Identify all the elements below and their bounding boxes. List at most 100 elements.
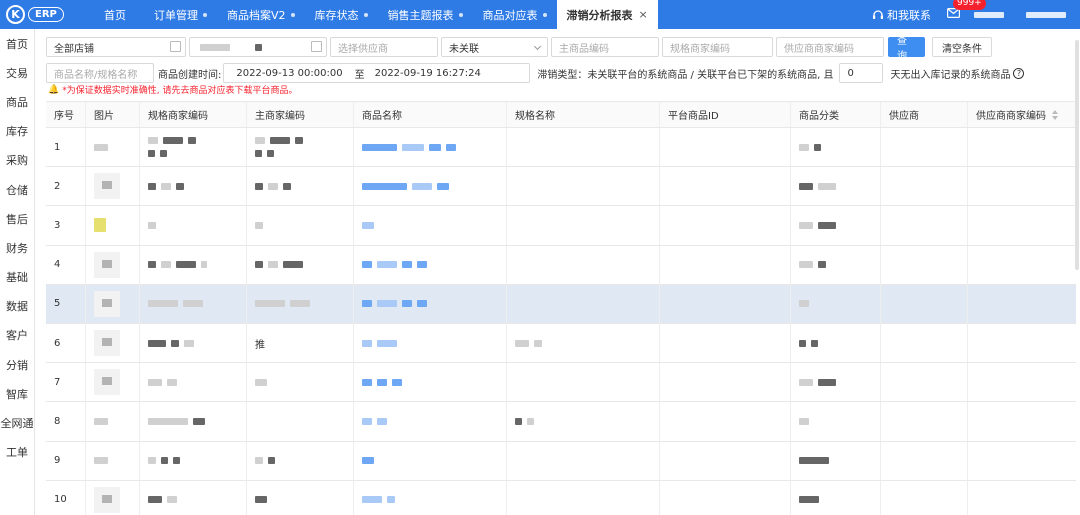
messages-button[interactable]: 999+	[947, 0, 986, 21]
date-range-picker[interactable]: 2022-09-13 00:00:00 至 2022-09-19 16:27:2…	[223, 63, 531, 83]
sidebar-item-workorder[interactable]: 工单	[0, 438, 34, 467]
date-to[interactable]: 2022-09-19 16:27:24	[375, 68, 481, 79]
sidebar-item-omnichannel[interactable]: 全网通	[0, 408, 34, 437]
category-cell	[791, 206, 881, 245]
supplier-code-cell	[968, 402, 1066, 440]
sort-icon[interactable]	[1052, 110, 1058, 120]
spec-code-cell	[140, 363, 247, 402]
spec-name-cell	[507, 128, 660, 167]
spec-code-cell	[140, 323, 247, 363]
query-button[interactable]: 查询	[888, 36, 925, 62]
association-select[interactable]: 未关联	[441, 37, 548, 57]
sidebar-item-warehouse[interactable]: 仓储	[0, 175, 34, 204]
nav-tab-home[interactable]: 首页	[86, 0, 144, 29]
col-platform-id[interactable]: 平台商品ID	[660, 102, 791, 127]
spec-code-cell	[140, 402, 247, 441]
sidebar-item-trade[interactable]: 交易	[0, 58, 34, 87]
spec-code-input[interactable]: 规格商家编码	[662, 37, 773, 57]
col-main-code[interactable]: 主商家编码	[247, 102, 354, 127]
supplier-cell	[881, 480, 968, 515]
main-code-input[interactable]: 主商品编码	[551, 37, 659, 57]
close-icon[interactable]: ×	[639, 8, 648, 21]
blurred-image	[94, 173, 120, 200]
product-name-cell	[354, 284, 507, 323]
days-suffix-label: 天无出入库记录的系统商品	[890, 69, 1011, 81]
sidebar: 首页 交易 商品 库存 采购 仓储 售后 财务 基础 数据 客户 分销 智库 全…	[0, 29, 35, 515]
name-search-input[interactable]: 商品名称/规格名称	[46, 63, 154, 83]
table-row[interactable]: 4	[46, 245, 1076, 285]
table-row[interactable]: 9	[46, 441, 1076, 481]
table-row[interactable]: 10	[46, 480, 1076, 515]
clear-filters-button[interactable]: 清空条件	[932, 37, 992, 57]
username-blurred[interactable]	[974, 11, 1004, 18]
bell-icon: 🔔	[48, 84, 60, 95]
product-image	[86, 206, 140, 245]
sidebar-item-basic[interactable]: 基础	[0, 263, 34, 292]
blurred-image	[94, 251, 120, 278]
nav-tab-product-mapping[interactable]: 商品对应表	[473, 0, 557, 29]
user-select[interactable]	[189, 37, 327, 57]
supplier-select[interactable]: 选择供应商	[330, 37, 438, 57]
sidebar-item-distribution[interactable]: 分销	[0, 350, 34, 379]
table-row[interactable]: 6 推	[46, 323, 1076, 364]
table-row[interactable]: 7	[46, 363, 1076, 403]
sidebar-item-home[interactable]: 首页	[0, 29, 34, 58]
nav-tab-sales-report[interactable]: 销售主题报表	[378, 0, 473, 29]
filter-row-2: 商品名称/规格名称 商品创建时间: 2022-09-13 00:00:00 至 …	[46, 63, 1025, 83]
supplier-code-cell	[968, 442, 1066, 480]
days-input[interactable]: 0	[839, 63, 884, 83]
col-index[interactable]: 序号	[46, 102, 86, 127]
shop-select[interactable]: 全部店铺	[46, 37, 186, 57]
supplier-code-input[interactable]: 供应商商家编码	[776, 37, 884, 57]
page-scrollbar[interactable]	[1075, 40, 1079, 270]
logo-k-icon: K	[6, 5, 25, 24]
sidebar-item-customer[interactable]: 客户	[0, 321, 34, 350]
edit-icon[interactable]	[311, 41, 322, 52]
col-supplier-code[interactable]: 供应商商家编码	[968, 102, 1066, 127]
table-row-selected[interactable]: 5	[46, 284, 1076, 324]
nav-tab-label: 销售主题报表	[387, 8, 454, 22]
product-image	[86, 363, 140, 402]
spec-name-cell	[507, 206, 660, 245]
table-row[interactable]: 8	[46, 402, 1076, 442]
created-time-label: 商品创建时间:	[158, 69, 222, 81]
table-row[interactable]: 1	[46, 128, 1076, 168]
blurred-image	[94, 417, 108, 425]
sidebar-item-data[interactable]: 数据	[0, 292, 34, 321]
nav-tab-product-archive[interactable]: 商品档案V2	[217, 0, 305, 29]
sidebar-item-product[interactable]: 商品	[0, 87, 34, 116]
product-name-cell	[354, 206, 507, 245]
blurred-image	[94, 457, 108, 465]
nav-tab-stock[interactable]: 库存状态	[305, 0, 378, 29]
blurred-image	[94, 330, 120, 357]
platform-id-cell	[660, 284, 791, 323]
date-from[interactable]: 2022-09-13 00:00:00	[236, 68, 342, 79]
nav-tab-orders[interactable]: 订单管理	[144, 0, 217, 29]
sidebar-item-inventory[interactable]: 库存	[0, 117, 34, 146]
col-supplier[interactable]: 供应商	[881, 102, 968, 127]
col-spec-code[interactable]: 规格商家编码	[140, 102, 247, 127]
sidebar-item-aftersale[interactable]: 售后	[0, 204, 34, 233]
account-blurred[interactable]	[1026, 11, 1066, 18]
nav-tab-slow-moving-report[interactable]: 滞销分析报表 ×	[556, 0, 658, 29]
col-spec-name[interactable]: 规格名称	[507, 102, 660, 127]
spec-name-cell	[507, 363, 660, 402]
sidebar-item-purchase[interactable]: 采购	[0, 146, 34, 175]
supplier-code-placeholder: 供应商商家编码	[784, 43, 854, 55]
sidebar-item-insight[interactable]: 智库	[0, 379, 34, 408]
spec-code-cell	[140, 284, 247, 323]
col-image[interactable]: 图片	[86, 102, 140, 127]
erp-logo[interactable]: K ERP	[0, 0, 86, 29]
contact-us-button[interactable]: 和我联系	[872, 7, 931, 23]
table-row[interactable]: 2	[46, 167, 1076, 207]
col-product-name[interactable]: 商品名称	[354, 102, 507, 127]
edit-icon[interactable]	[170, 41, 181, 52]
help-icon[interactable]: ?	[1013, 67, 1025, 79]
supplier-cell	[881, 167, 968, 206]
category-cell	[791, 323, 881, 363]
main-code-cell	[247, 128, 354, 167]
table-row[interactable]: 3	[46, 206, 1076, 246]
col-category[interactable]: 商品分类	[791, 102, 881, 127]
sidebar-item-finance[interactable]: 财务	[0, 233, 34, 262]
main-code-cell	[247, 284, 354, 323]
